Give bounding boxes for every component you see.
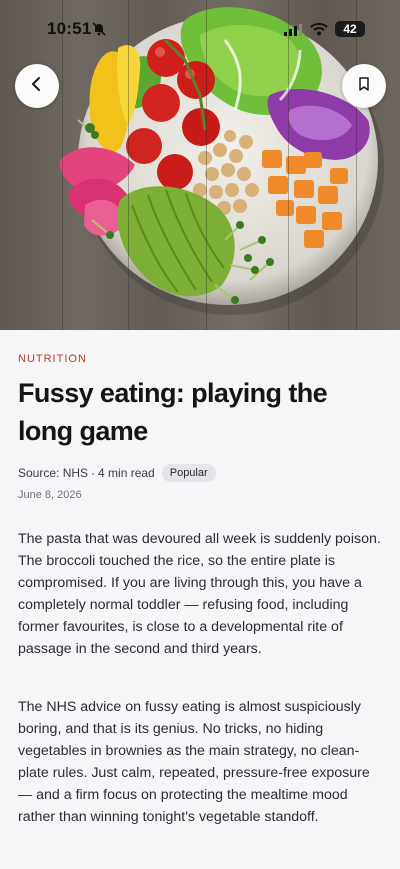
status-time: 10:51: [47, 19, 92, 38]
bookmark-icon: [357, 76, 371, 97]
article-date: June 8, 2026: [18, 489, 82, 501]
article-category: NUTRITION: [18, 353, 87, 365]
chevron-left-icon: [30, 76, 44, 97]
meta-separator: ·: [91, 466, 96, 480]
bookmark-button[interactable]: [342, 64, 386, 108]
article-content: NUTRITION Fussy eating: playing the long…: [0, 330, 400, 869]
article-paragraph: The NHS advice on fussy eating is almost…: [18, 699, 370, 825]
article-source: Source: NHS: [18, 466, 89, 480]
article-paragraph: The pasta that was devoured all week is …: [18, 531, 381, 657]
back-button[interactable]: [15, 64, 59, 108]
wifi-icon: [310, 22, 328, 41]
article-meta: Source: NHS · 4 min read Popular: [18, 463, 216, 483]
cellular-signal-icon: [284, 23, 304, 41]
article-read-time: 4 min read: [98, 466, 155, 480]
status-bar: 10:51 42: [0, 0, 400, 58]
battery-indicator: 42: [335, 21, 365, 37]
bell-slash-icon: [92, 22, 106, 41]
popular-badge: Popular: [161, 464, 216, 482]
article-title: Fussy eating: playing the long game: [18, 378, 328, 446]
